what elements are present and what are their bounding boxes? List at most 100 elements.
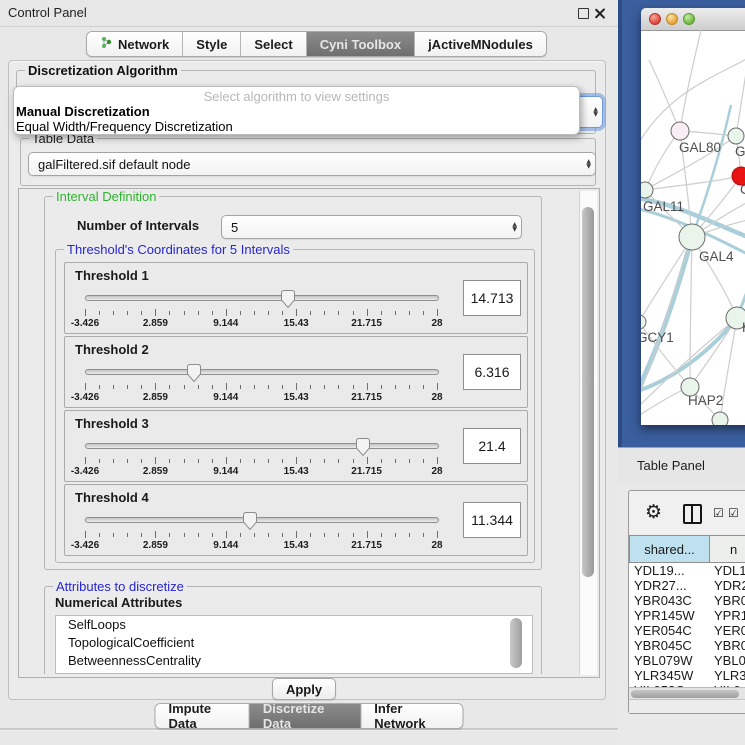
threshold-value-field[interactable]: 6.316 <box>463 354 521 390</box>
slider-tick <box>184 459 185 463</box>
float-window-icon[interactable] <box>578 8 589 19</box>
slider-thumb[interactable] <box>355 437 371 457</box>
thresholds-group-label: Threshold's Coordinates for 5 Intervals <box>64 242 293 257</box>
settings-scrollbar[interactable] <box>579 191 597 675</box>
slider-tick <box>184 385 185 389</box>
close-icon[interactable] <box>594 8 605 19</box>
attribute-item-selfloops[interactable]: SelfLoops <box>56 616 532 634</box>
threshold-value-field[interactable]: 14.713 <box>463 280 521 316</box>
attribute-item-topologicalcoefficient[interactable]: TopologicalCoefficient <box>56 634 532 652</box>
slider-tick <box>338 459 339 463</box>
checkbox-icon[interactable]: ☑ <box>728 506 739 520</box>
table-row[interactable]: YBL079WYBL0 <box>629 653 745 668</box>
slider-track[interactable] <box>85 369 439 375</box>
slider-tick <box>324 385 325 389</box>
column-header-name[interactable]: n <box>709 535 745 563</box>
minimize-traffic-light-icon[interactable] <box>666 13 678 25</box>
network-edge[interactable] <box>692 105 731 237</box>
slider-thumb[interactable] <box>186 363 202 383</box>
table-row[interactable]: YDL19...YDL1 <box>629 563 745 578</box>
slider-tick <box>127 459 128 463</box>
bottom-tab-discretize-data[interactable]: Discretize Data <box>250 704 361 728</box>
table-row[interactable]: YBR045CYBR0 <box>629 638 745 653</box>
gear-icon[interactable]: ⚙ <box>645 499 662 525</box>
column-header-shared-name[interactable]: shared... <box>629 535 709 563</box>
slider-track[interactable] <box>85 443 439 449</box>
slider-thumb[interactable] <box>242 511 258 531</box>
close-traffic-light-icon[interactable] <box>649 13 661 25</box>
slider-tick <box>155 531 156 538</box>
slider-tick-label: -3.426 <box>71 392 99 403</box>
network-node-gcy1[interactable] <box>641 315 646 329</box>
number-of-intervals-select[interactable]: 5 ▲▼ <box>221 215 522 239</box>
apply-button[interactable]: Apply <box>272 678 336 700</box>
network-edge[interactable] <box>680 30 701 131</box>
tab-network[interactable]: Network <box>87 32 183 56</box>
network-edge[interactable] <box>645 176 741 190</box>
slider-tick <box>381 311 382 315</box>
threshold-block-4: Threshold 4-3.4262.8599.14415.4321.71528… <box>64 484 528 556</box>
table-row[interactable]: YPR145WYPR1 <box>629 608 745 623</box>
table-data-select[interactable]: galFiltered.sif default node ▲▼ <box>28 152 596 176</box>
attributes-scrollbar-thumb[interactable] <box>510 618 522 668</box>
network-window-titlebar[interactable] <box>641 8 745 31</box>
tab-select[interactable]: Select <box>241 32 306 56</box>
slider-tick-label: 28 <box>431 466 442 477</box>
slider-tick <box>353 533 354 537</box>
threshold-slider-3[interactable]: -3.4262.8599.14415.4321.71528 <box>85 435 437 479</box>
threshold-slider-2[interactable]: -3.4262.8599.14415.4321.71528 <box>85 361 437 405</box>
slider-thumb[interactable] <box>280 289 296 309</box>
checkbox-icon[interactable]: ☑ <box>713 506 724 520</box>
slider-tick <box>282 311 283 315</box>
table-row[interactable]: YER054CYER0 <box>629 623 745 638</box>
bottom-tab-impute-data[interactable]: Impute Data <box>156 704 250 728</box>
slider-tick <box>310 533 311 537</box>
tab-jactivemnodules[interactable]: jActiveMNodules <box>415 32 546 56</box>
tab-cyni-toolbox[interactable]: Cyni Toolbox <box>307 32 415 56</box>
slider-tick <box>367 457 368 464</box>
network-node-ga[interactable] <box>728 128 744 144</box>
slider-tick-label: -3.426 <box>71 540 99 551</box>
settings-scrollbar-thumb[interactable] <box>582 207 594 577</box>
table-hscrollbar-thumb[interactable] <box>631 690 739 698</box>
network-node-gal11[interactable] <box>641 182 653 198</box>
network-edge[interactable] <box>736 60 745 136</box>
network-edge[interactable] <box>645 131 680 190</box>
network-node-gal4[interactable] <box>679 224 705 250</box>
slider-tick <box>367 531 368 538</box>
slider-track[interactable] <box>85 517 439 523</box>
slider-tick-label: 9.144 <box>213 318 238 329</box>
dropdown-option-equal-width-frequency-discretization[interactable]: Equal Width/Frequency Discretization <box>16 119 233 134</box>
slider-tick <box>169 385 170 389</box>
zoom-traffic-light-icon[interactable] <box>683 13 695 25</box>
slider-track[interactable] <box>85 295 439 301</box>
cell-name: YER0 <box>709 623 745 638</box>
control-panel-title: Control Panel <box>8 5 87 20</box>
table-row[interactable]: YLR345WYLR3 <box>629 668 745 683</box>
tab-style[interactable]: Style <box>183 32 241 56</box>
slider-tick <box>169 459 170 463</box>
columns-icon[interactable] <box>683 504 702 524</box>
attribute-item-betweennesscentrality[interactable]: BetweennessCentrality <box>56 652 532 670</box>
network-canvas[interactable]: GAL80GACGAL11GAL4GCY1HHAP2 <box>641 30 745 425</box>
bottom-tab-infer-network[interactable]: Infer Network <box>361 704 462 728</box>
threshold-value-field[interactable]: 11.344 <box>463 502 521 538</box>
dropdown-option-manual-discretization[interactable]: Manual Discretization <box>16 104 150 119</box>
table-row[interactable]: YDR27...YDR2 <box>629 578 745 593</box>
slider-tick <box>240 533 241 537</box>
network-edge[interactable] <box>641 237 692 322</box>
slider-tick <box>395 385 396 389</box>
table-window: ⚙ ☑ ☑ shared... n YDL19...YDL1YDR27...YD… <box>628 490 745 714</box>
cell-shared-name: YBR043C <box>629 593 709 608</box>
slider-tick-label: 2.859 <box>143 466 168 477</box>
network-node-gal80[interactable] <box>671 122 689 140</box>
slider-tick <box>423 533 424 537</box>
table-row[interactable]: YBR043CYBR0 <box>629 593 745 608</box>
network-node-unlabeled[interactable] <box>712 412 728 425</box>
threshold-slider-4[interactable]: -3.4262.8599.14415.4321.71528 <box>85 509 437 553</box>
threshold-slider-1[interactable]: -3.4262.8599.14415.4321.71528 <box>85 287 437 331</box>
threshold-value-field[interactable]: 21.4 <box>463 428 521 464</box>
threshold-label: Threshold 1 <box>75 268 149 283</box>
slider-tick <box>254 459 255 463</box>
network-edge[interactable] <box>649 60 680 131</box>
